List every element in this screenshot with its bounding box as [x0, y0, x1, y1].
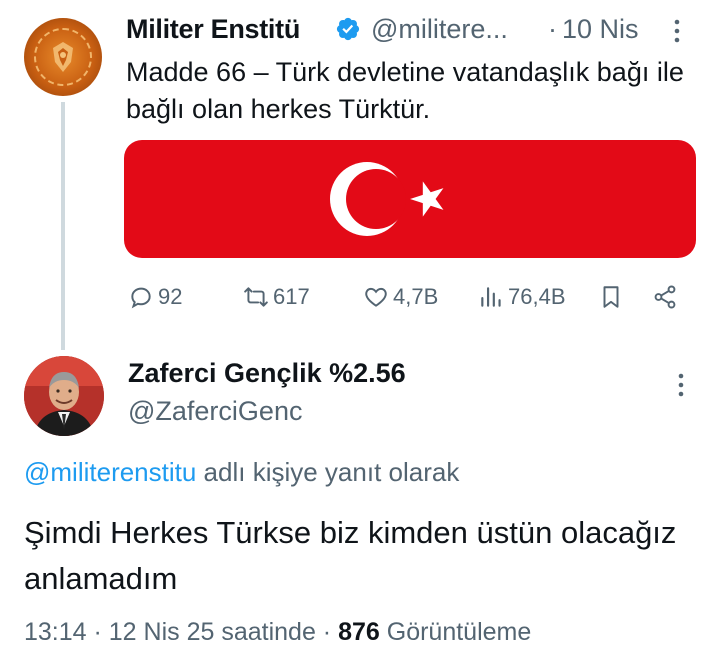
- like-button[interactable]: 4,7B: [363, 282, 438, 312]
- more-options-icon[interactable]: [672, 18, 682, 44]
- bookmark-icon: [603, 286, 619, 308]
- verified-badge-icon[interactable]: [335, 16, 361, 42]
- person-photo: [24, 356, 104, 436]
- reply-to-suffix: adlı kişiye yanıt olarak: [196, 457, 460, 487]
- thread-line: [61, 102, 65, 350]
- flag-crescent-star-icon: [330, 162, 444, 236]
- tweet2-date[interactable]: · 12 Nis 25 saatinde ·: [87, 618, 339, 646]
- turkish-flag-image[interactable]: [124, 140, 696, 258]
- tweet1-author-name[interactable]: Militer Enstitü: [126, 14, 300, 45]
- tweet2-time[interactable]: 13:14: [24, 618, 87, 646]
- repost-button[interactable]: 617: [243, 282, 310, 312]
- views-count: 76,4B: [508, 284, 566, 309]
- repost-count: 617: [273, 284, 310, 309]
- tweet1-handle[interactable]: @militere...: [371, 14, 508, 45]
- zaferci-genclik-avatar[interactable]: [24, 356, 104, 436]
- reply-icon: [131, 287, 151, 309]
- tweet1-date[interactable]: 10 Nis: [562, 14, 639, 45]
- emblem-icon: [53, 42, 73, 72]
- more-options-icon[interactable]: [676, 372, 686, 398]
- share-icon: [654, 285, 676, 309]
- tweet2-text: Şimdi Herkes Türkse biz kimden üstün ola…: [24, 515, 677, 596]
- share-button[interactable]: [652, 282, 678, 312]
- tweet2-handle[interactable]: @ZaferciGenc: [128, 396, 302, 427]
- replying-to-line: @militerenstitu adlı kişiye yanıt olarak: [24, 457, 459, 488]
- heart-icon: [365, 287, 387, 307]
- views-button[interactable]: 76,4B: [478, 282, 566, 312]
- reply-mention-link[interactable]: @militerenstitu: [24, 457, 196, 487]
- reply-button[interactable]: 92: [128, 282, 182, 312]
- views-chart-icon: [481, 287, 501, 307]
- tweet1-text: Madde 66 – Türk devletine vatandaşlık ba…: [126, 57, 684, 124]
- like-count: 4,7B: [393, 284, 439, 309]
- reply-count: 92: [158, 284, 183, 309]
- separator-dot: ·: [548, 14, 557, 44]
- militer-enstitu-avatar[interactable]: [24, 18, 102, 96]
- view-label: Görüntüleme: [379, 618, 532, 646]
- tweet2-author-name[interactable]: Zaferci Gençlik %2.56: [128, 358, 406, 389]
- view-count: 876: [338, 618, 380, 646]
- bookmark-button[interactable]: [598, 282, 624, 312]
- repost-icon: [244, 287, 268, 307]
- tweet2-meta: 13:14 · 12 Nis 25 saatinde · 876 Görüntü…: [24, 618, 531, 647]
